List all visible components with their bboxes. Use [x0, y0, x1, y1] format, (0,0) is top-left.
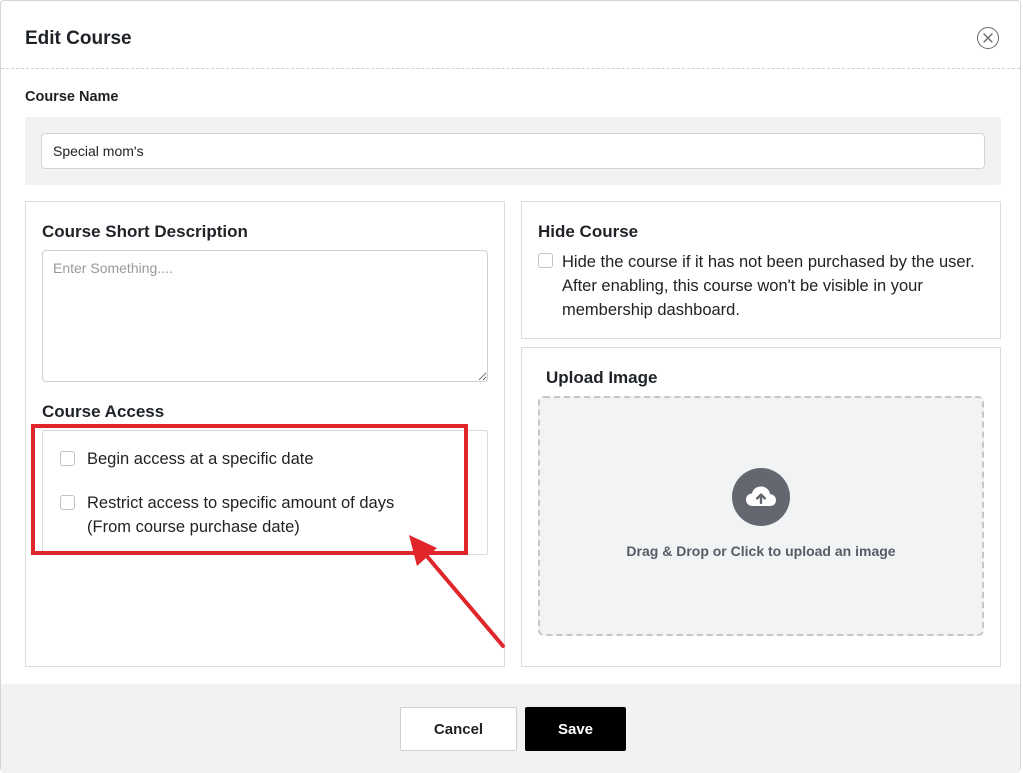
begin-date-label: Begin access at a specific date	[87, 450, 314, 468]
hide-course-title: Hide Course	[538, 222, 639, 241]
restrict-days-sublabel: (From course purchase date)	[87, 518, 300, 536]
modal-footer: Cancel Save	[1, 684, 1020, 773]
upload-instructions: Drag & Drop or Click to upload an image	[626, 543, 896, 559]
course-name-label: Course Name	[25, 89, 119, 105]
hide-course-checkbox[interactable]	[538, 253, 553, 268]
course-access-box: Begin access at a specific date Restrict…	[42, 430, 488, 555]
hide-course-option: Hide the course if it has not been purch…	[538, 250, 975, 322]
edit-course-modal: Edit Course Course Name Course Short Des…	[0, 0, 1021, 773]
upload-image-title: Upload Image	[546, 368, 658, 387]
course-name-input[interactable]	[41, 133, 985, 169]
upload-image-panel: Upload Image Drag & Drop or Click to upl…	[521, 347, 1001, 667]
close-icon	[983, 33, 993, 43]
cloud-upload-icon	[732, 468, 790, 526]
left-panel: Course Short Description Course Access B…	[25, 201, 505, 667]
close-button[interactable]	[977, 27, 999, 49]
course-name-section	[25, 117, 1001, 185]
description-title: Course Short Description	[42, 222, 248, 241]
cancel-button[interactable]: Cancel	[400, 707, 517, 751]
hide-course-text-line3: membership dashboard.	[562, 301, 740, 319]
restrict-days-checkbox[interactable]	[60, 495, 75, 510]
access-option-restrict-days: Restrict access to specific amount of da…	[60, 491, 394, 539]
begin-date-checkbox[interactable]	[60, 451, 75, 466]
modal-header: Edit Course	[1, 1, 1020, 69]
access-option-begin-date: Begin access at a specific date	[60, 447, 314, 471]
save-button[interactable]: Save	[525, 707, 626, 751]
hide-course-panel: Hide Course Hide the course if it has no…	[521, 201, 1001, 339]
description-textarea[interactable]	[42, 250, 488, 382]
hide-course-text-line1: Hide the course if it has not been purch…	[562, 253, 975, 271]
hide-course-text-line2: After enabling, this course won't be vis…	[562, 277, 923, 295]
upload-dropzone[interactable]: Drag & Drop or Click to upload an image	[538, 396, 984, 636]
course-access-title: Course Access	[42, 402, 165, 421]
modal-title: Edit Course	[25, 28, 132, 49]
restrict-days-label: Restrict access to specific amount of da…	[87, 494, 395, 512]
